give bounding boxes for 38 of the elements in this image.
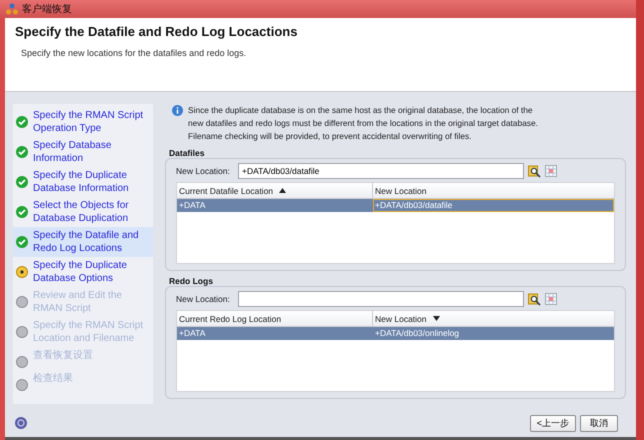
current-step-icon [16, 266, 28, 278]
pending-step-icon [16, 296, 28, 308]
location-field[interactable] [238, 291, 524, 307]
column-header[interactable]: New Location [373, 183, 614, 198]
check-icon [16, 116, 28, 128]
pending-step-icon [16, 379, 28, 391]
location-field[interactable]: +DATA/db03/datafile [238, 163, 524, 179]
search-icon[interactable] [528, 164, 541, 178]
table-row[interactable]: +DATA +DATA/db03/datafile [177, 199, 614, 212]
table-row[interactable]: +DATA +DATA/db03/onlinelog [177, 327, 614, 340]
step-item[interactable]: Specify Database Information [13, 137, 153, 167]
info-icon [172, 105, 183, 116]
step-item[interactable]: Select the Objects for Database Duplication [13, 197, 153, 227]
pending-step-icon [16, 356, 28, 368]
app-icon [6, 3, 18, 15]
pending-step-icon [16, 326, 28, 338]
wizard-button[interactable]: <上一步 [530, 414, 576, 432]
check-icon [16, 176, 28, 188]
step-item[interactable]: Specify the Duplicate Database Options [13, 257, 153, 287]
column-header[interactable]: New Location [373, 311, 614, 326]
check-icon [16, 236, 28, 248]
column-header[interactable]: Current Redo Log Location [177, 311, 373, 326]
window-title: 客户端恢复 [22, 2, 72, 16]
section-title: Redo Logs [168, 276, 214, 286]
field-label: New Location: [176, 294, 231, 304]
field-label: New Location: [176, 166, 231, 176]
step-item[interactable]: Specify the Duplicate Database Information [13, 167, 153, 197]
step-item[interactable]: Specify the Datafile and Redo Log Locations [13, 227, 153, 257]
page-title: Specify the Datafile and Redo Log Locactions [15, 24, 298, 39]
check-icon [16, 146, 28, 158]
search-icon[interactable] [528, 292, 541, 306]
column-header[interactable]: Current Datafile Location [177, 183, 373, 198]
wizard-button[interactable]: 取消 [580, 414, 618, 432]
check-icon [16, 206, 28, 218]
section-title: Datafiles [168, 148, 206, 158]
info-text: Since the duplicate database is on the same host as the original database, the location of the new datafiles and redo logs must be different from the locations in the original target database. Filename checking will be provided, to prevent accidental overwriting of files. [188, 104, 539, 143]
page-subtitle: Specify the new locations for the datafiles and redo logs. [20, 48, 248, 58]
step-item[interactable]: Specify the RMAN Script Operation Type [13, 107, 153, 137]
